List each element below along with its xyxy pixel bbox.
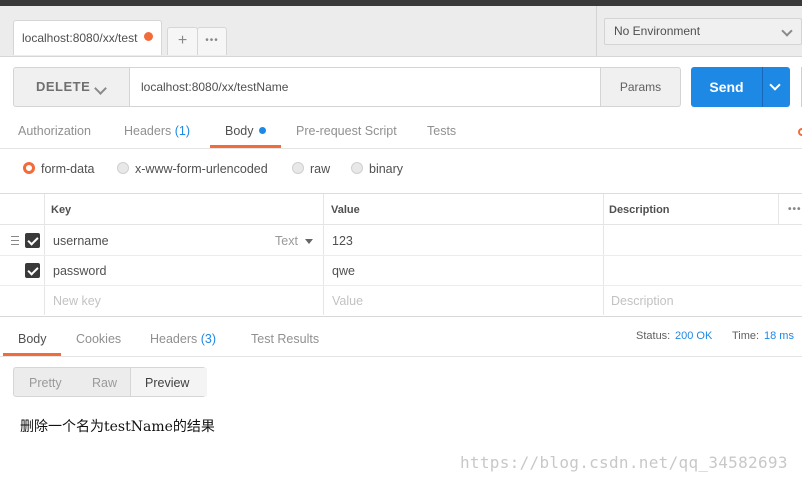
row-enabled-checkbox[interactable] [25, 233, 40, 248]
view-pretty-button[interactable]: Pretty [29, 376, 62, 390]
row-enabled-checkbox[interactable] [25, 263, 40, 278]
send-options-button[interactable] [762, 67, 790, 107]
tab-tests-label: Tests [427, 124, 457, 138]
chevron-down-icon [94, 82, 107, 95]
response-top-border [0, 316, 802, 317]
radio-raw[interactable] [292, 162, 304, 174]
time-value[interactable]: 18 ms [764, 330, 794, 342]
row-divider [0, 255, 802, 256]
view-raw-button[interactable]: Raw [92, 376, 117, 390]
chevron-down-icon [769, 79, 781, 91]
tab-pre-request-script[interactable]: Pre-request Script [296, 124, 397, 138]
response-body-text: 删除一个名为testName的结果 [20, 419, 215, 435]
tab-authorization-label: Authorization [18, 124, 91, 138]
watermark: https://blog.csdn.net/qq_34582693 [460, 453, 788, 472]
table-more-icon[interactable]: ••• [788, 204, 802, 215]
environment-label: No Environment [614, 24, 701, 38]
radio-form-data[interactable] [23, 162, 35, 174]
method-label: DELETE [36, 79, 91, 94]
environment-chevron-icon [781, 25, 793, 37]
new-tab-button[interactable]: + [167, 27, 198, 55]
tab-headers[interactable]: Headers (1) [124, 124, 190, 138]
cookies-icon[interactable] [798, 128, 802, 136]
radio-binary-label[interactable]: binary [369, 162, 403, 176]
caret-down-icon [305, 239, 313, 244]
tab-headers-label: Headers [124, 124, 172, 138]
row-divider [0, 285, 802, 286]
drag-handle-icon[interactable] [11, 236, 19, 245]
send-button[interactable]: Send [691, 67, 762, 107]
view-mode-group: Pretty Raw Preview [13, 367, 207, 397]
view-preview-button[interactable]: Preview [145, 376, 189, 390]
radio-urlencoded[interactable] [117, 162, 129, 174]
new-description-input[interactable]: Description [611, 294, 674, 308]
body-indicator-icon [258, 127, 266, 134]
radio-form-data-label[interactable]: form-data [41, 162, 95, 176]
response-tab-headers[interactable]: Headers (3) [150, 332, 216, 346]
response-tab-cookies[interactable]: Cookies [76, 332, 121, 346]
url-input[interactable]: localhost:8080/xx/testName [129, 67, 601, 107]
row-key[interactable]: password [53, 264, 107, 278]
new-key-input[interactable]: New key [53, 294, 101, 308]
env-divider [596, 6, 597, 56]
time-label: Time: [732, 330, 760, 342]
column-value: Value [331, 204, 360, 216]
request-tab-label: localhost:8080/xx/test [22, 31, 138, 45]
tab-authorization[interactable]: Authorization [18, 124, 91, 138]
row-value[interactable]: qwe [332, 264, 355, 278]
new-value-input[interactable]: Value [332, 294, 363, 308]
radio-binary[interactable] [351, 162, 363, 174]
tabs-divider [0, 148, 802, 149]
params-button[interactable]: Params [600, 67, 681, 107]
col-divider [778, 194, 779, 225]
response-tabs-divider [0, 356, 802, 357]
radio-urlencoded-label[interactable]: x-www-form-urlencoded [135, 162, 268, 176]
row-key[interactable]: username [53, 234, 109, 248]
method-select[interactable]: DELETE [13, 67, 130, 107]
status-value: 200 OK [675, 330, 713, 342]
response-tab-body[interactable]: Body [18, 332, 47, 346]
environment-select[interactable]: No Environment [604, 18, 802, 45]
column-description: Description [609, 204, 670, 216]
row-type-select[interactable]: Text [275, 234, 298, 248]
table-header: Key Value Description ••• [0, 194, 802, 225]
request-tab[interactable]: localhost:8080/xx/test [13, 20, 162, 55]
response-tab-headers-count: (3) [200, 332, 217, 346]
response-tab-body-label: Body [18, 332, 47, 346]
tab-body[interactable]: Body [225, 124, 266, 138]
tab-tests[interactable]: Tests [427, 124, 456, 138]
response-tab-headers-label: Headers [150, 332, 198, 346]
unsaved-dot-icon [144, 32, 153, 41]
tab-headers-count: (1) [174, 124, 191, 138]
status-label: Status: [636, 330, 671, 342]
row-value[interactable]: 123 [332, 234, 353, 248]
response-tab-test-results-label: Test Results [251, 332, 320, 346]
radio-raw-label[interactable]: raw [310, 162, 330, 176]
response-tab-test-results[interactable]: Test Results [251, 332, 319, 346]
column-key: Key [51, 204, 72, 216]
response-tab-cookies-label: Cookies [76, 332, 122, 346]
tab-more-button[interactable]: ••• [197, 27, 227, 55]
tab-pre-request-label: Pre-request Script [296, 124, 397, 138]
tab-body-label: Body [225, 124, 254, 138]
